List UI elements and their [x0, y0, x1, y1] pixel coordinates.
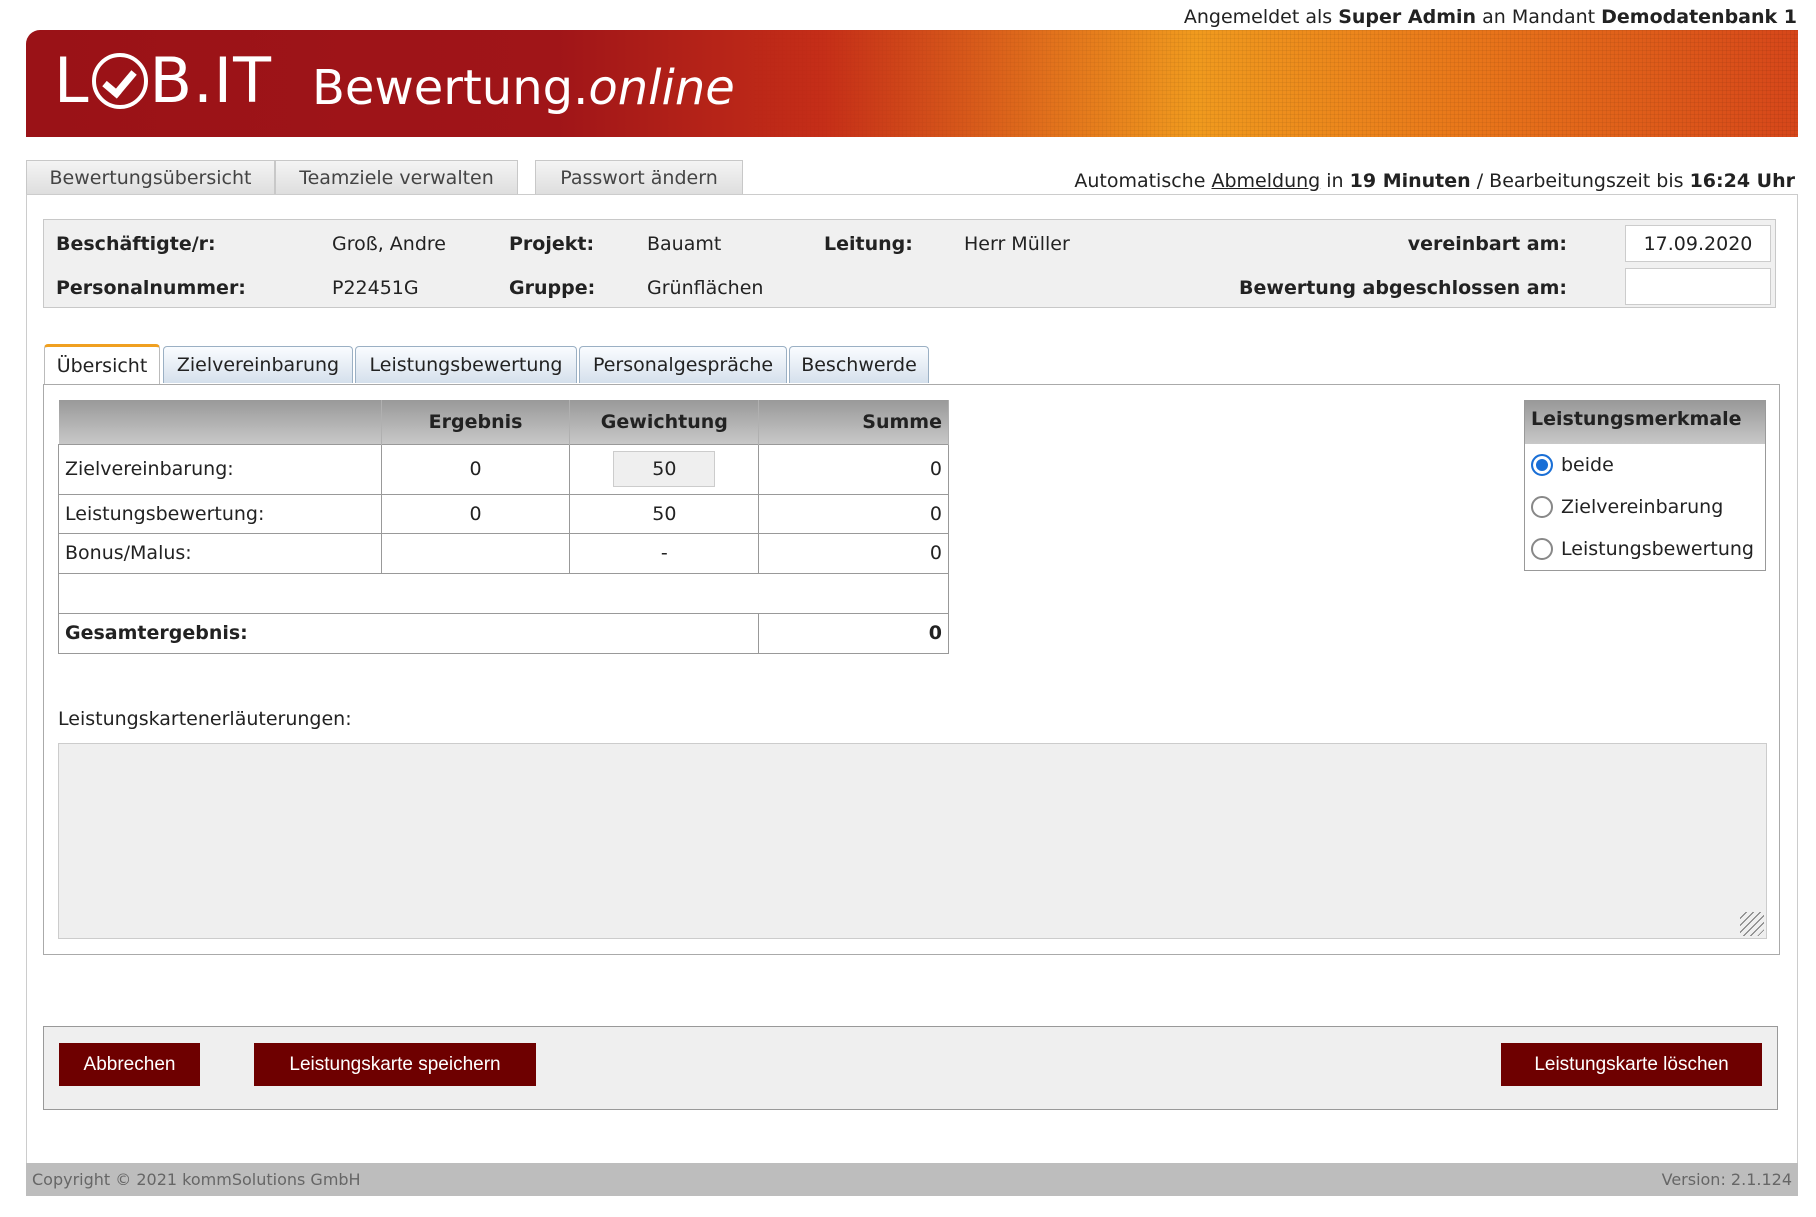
number-value: P22451G: [332, 277, 419, 299]
total-row: Gesamtergebnis: 0: [57, 612, 949, 654]
project-value: Bauamt: [647, 233, 722, 255]
row-ergebnis: 0: [380, 493, 571, 534]
header-summe: Summe: [758, 400, 949, 444]
login-middle: an Mandant: [1482, 6, 1596, 28]
delete-button[interactable]: Leistungskarte löschen: [1501, 1043, 1762, 1086]
row-gewichtung: 50: [569, 493, 760, 534]
session-sep: / Bearbeitungszeit bis: [1476, 170, 1684, 192]
row-ergebnis: [380, 532, 571, 574]
row-label: Leistungsbewertung:: [58, 493, 382, 534]
table-header: Ergebnis Gewichtung Summe: [58, 400, 949, 444]
table-row: Zielvereinbarung: 0 50 0: [58, 443, 949, 495]
radio-label: Zielvereinbarung: [1561, 496, 1724, 518]
resize-grip-icon[interactable]: [1740, 912, 1764, 936]
agreed-date-field[interactable]: 17.09.2020: [1625, 225, 1771, 262]
project-label: Projekt:: [509, 233, 595, 255]
tenant-name: Demodatenbank 1: [1601, 6, 1797, 28]
product-name-suffix: online: [588, 60, 735, 116]
lead-label: Leitung:: [824, 233, 913, 255]
table-row: Bonus/Malus: - 0: [58, 532, 949, 574]
session-prefix: Automatische: [1074, 170, 1206, 192]
employee-value: Groß, Andre: [332, 233, 446, 255]
header-ergebnis: Ergebnis: [381, 400, 571, 444]
merkmale-title: Leistungsmerkmale: [1525, 401, 1765, 444]
nav-bewertungsuebersicht[interactable]: Bewertungsübersicht: [26, 160, 275, 194]
closed-date-field[interactable]: [1625, 268, 1771, 305]
closed-label: Bewertung abgeschlossen am:: [1239, 277, 1567, 299]
notes-textarea[interactable]: [58, 743, 1767, 939]
agreed-label: vereinbart am:: [1407, 233, 1567, 255]
row-gewichtung: -: [569, 532, 760, 574]
copyright: Copyright © 2021 kommSolutions GmbH: [32, 1170, 361, 1189]
nav-teamziele-verwalten[interactable]: Teamziele verwalten: [275, 160, 518, 194]
tab-zielvereinbarung[interactable]: Zielvereinbarung: [163, 346, 353, 383]
employee-info: Beschäftigte/r: Groß, Andre Projekt: Bau…: [43, 219, 1776, 308]
row-summe: 0: [758, 443, 949, 495]
tab-personalgespraeche[interactable]: Personalgespräche: [579, 346, 787, 383]
logout-link[interactable]: Abmeldung: [1211, 170, 1320, 192]
result-table: Ergebnis Gewichtung Summe Zielvereinbaru…: [57, 400, 949, 654]
tab-leistungsbewertung[interactable]: Leistungsbewertung: [355, 346, 577, 383]
radio-zielvereinbarung[interactable]: Zielvereinbarung: [1525, 486, 1765, 528]
logo: L B.IT: [54, 44, 272, 117]
product-name-main: Bewertung.: [312, 60, 589, 116]
row-label: Bonus/Malus:: [58, 532, 382, 574]
radio-beide[interactable]: beide: [1525, 444, 1765, 486]
save-button[interactable]: Leistungskarte speichern: [254, 1043, 536, 1086]
number-label: Personalnummer:: [56, 277, 246, 299]
gewichtung-input[interactable]: 50: [613, 451, 716, 487]
tab-beschwerde[interactable]: Beschwerde: [789, 346, 929, 383]
session-in: in: [1326, 170, 1344, 192]
cancel-button[interactable]: Abbrechen: [59, 1043, 200, 1086]
leistungsmerkmale-box: Leistungsmerkmale beide Zielvereinbarung…: [1524, 400, 1766, 571]
group-label: Gruppe:: [509, 277, 596, 299]
row-label: Zielvereinbarung:: [58, 443, 382, 495]
radio-unchecked-icon[interactable]: [1531, 538, 1553, 560]
radio-leistungsbewertung[interactable]: Leistungsbewertung: [1525, 528, 1765, 570]
session-info: Automatische Abmeldung in 19 Minuten / B…: [1074, 170, 1795, 192]
radio-unchecked-icon[interactable]: [1531, 496, 1553, 518]
row-ergebnis: 0: [380, 443, 571, 495]
session-until: 16:24 Uhr: [1689, 170, 1795, 192]
radio-label: beide: [1561, 454, 1614, 476]
header-cell: [58, 400, 382, 444]
employee-label: Beschäftigte/r:: [56, 233, 216, 255]
login-prefix: Angemeldet als: [1183, 6, 1333, 28]
login-info: Angemeldet als Super Admin an Mandant De…: [1184, 6, 1797, 28]
lead-value: Herr Müller: [964, 233, 1070, 255]
group-value: Grünflächen: [647, 277, 764, 299]
tab-uebersicht[interactable]: Übersicht: [44, 344, 160, 384]
table-row: Leistungsbewertung: 0 50 0: [58, 493, 949, 534]
header-banner: L B.IT Bewertung.online: [26, 30, 1798, 137]
check-circle-icon: [91, 52, 148, 109]
nav-passwort-aendern[interactable]: Passwort ändern: [535, 160, 743, 194]
radio-label: Leistungsbewertung: [1561, 538, 1754, 560]
user-name: Super Admin: [1338, 6, 1477, 28]
radio-checked-icon[interactable]: [1531, 454, 1553, 476]
version: Version: 2.1.124: [1661, 1170, 1792, 1189]
total-label: Gesamtergebnis:: [57, 612, 760, 654]
spacer-row: [58, 572, 949, 614]
notes-label: Leistungskartenerläuterungen:: [58, 708, 352, 730]
logo-text: L: [54, 44, 90, 117]
logo-text: B.IT: [149, 44, 272, 117]
session-remaining: 19 Minuten: [1349, 170, 1471, 192]
header-gewichtung: Gewichtung: [569, 400, 760, 444]
footer: Copyright © 2021 kommSolutions GmbH Vers…: [26, 1163, 1798, 1196]
product-name: Bewertung.online: [312, 60, 735, 116]
row-summe: 0: [758, 493, 949, 534]
row-summe: 0: [758, 532, 949, 574]
total-value: 0: [758, 612, 949, 654]
